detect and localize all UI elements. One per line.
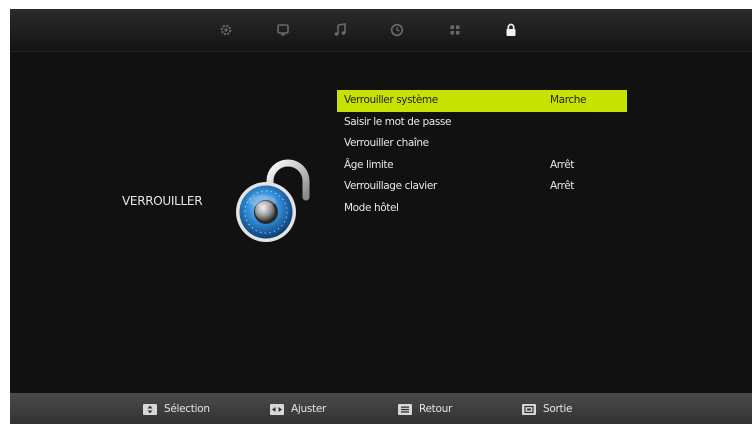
- hint-select: Sélection: [143, 403, 210, 415]
- exit-key-icon: [522, 403, 536, 415]
- hint-back: Retour: [398, 403, 452, 415]
- tv-screen-icon[interactable]: [275, 22, 291, 38]
- menu-item-value: Arrêt: [550, 158, 574, 171]
- menu-item-age-limit[interactable]: Âge limite Arrêt: [337, 155, 627, 177]
- lock-icon[interactable]: [503, 22, 519, 38]
- hint-adjust: Ajuster: [270, 403, 326, 415]
- menu-item-label: Verrouiller chaîne: [344, 137, 429, 149]
- padlock-icon: [232, 159, 314, 249]
- menu-item-value: Marche: [550, 94, 587, 106]
- hint-label: Ajuster: [291, 403, 327, 415]
- button-hint-bar: Sélection Ajuster Retour Sortie: [10, 393, 752, 424]
- menu-item-enter-password[interactable]: Saisir le mot de passe: [337, 112, 627, 134]
- menu-item-label: Verrouillage clavier: [344, 180, 437, 192]
- menu-item-label: Mode hôtel: [344, 201, 399, 214]
- menu-key-icon: [398, 403, 412, 415]
- page-title: VERROUILLER: [122, 194, 203, 208]
- menu-item-label: Verrouiller système: [344, 94, 438, 106]
- menu-item-hotel-mode[interactable]: Mode hôtel: [337, 198, 627, 220]
- options-grid-icon[interactable]: [447, 22, 463, 38]
- hint-label: Sélection: [164, 403, 210, 415]
- menu-item-label: Âge limite: [344, 158, 394, 171]
- hint-label: Retour: [419, 403, 452, 415]
- menu-item-value: Arrêt: [550, 180, 574, 192]
- clock-icon[interactable]: [389, 22, 405, 38]
- menu-item-label: Saisir le mot de passe: [344, 115, 452, 128]
- arrows-leftright-key-icon: [270, 403, 284, 415]
- menu-item-channel-lock[interactable]: Verrouiller chaîne: [337, 133, 627, 155]
- hint-exit: Sortie: [522, 403, 572, 415]
- menu-item-keypad-lock[interactable]: Verrouillage clavier Arrêt: [337, 176, 627, 198]
- tv-screen: VERROUILLER Verrouiller système Marche S…: [10, 9, 752, 424]
- hint-label: Sortie: [543, 403, 573, 415]
- arrows-updown-key-icon: [143, 403, 157, 415]
- music-note-icon[interactable]: [332, 22, 348, 38]
- menu-item-system-lock[interactable]: Verrouiller système Marche: [337, 90, 627, 112]
- picture-gear-icon[interactable]: [218, 22, 234, 38]
- lock-settings-menu: Verrouiller système Marche Saisir le mot…: [337, 90, 627, 219]
- settings-tab-bar: [10, 9, 752, 52]
